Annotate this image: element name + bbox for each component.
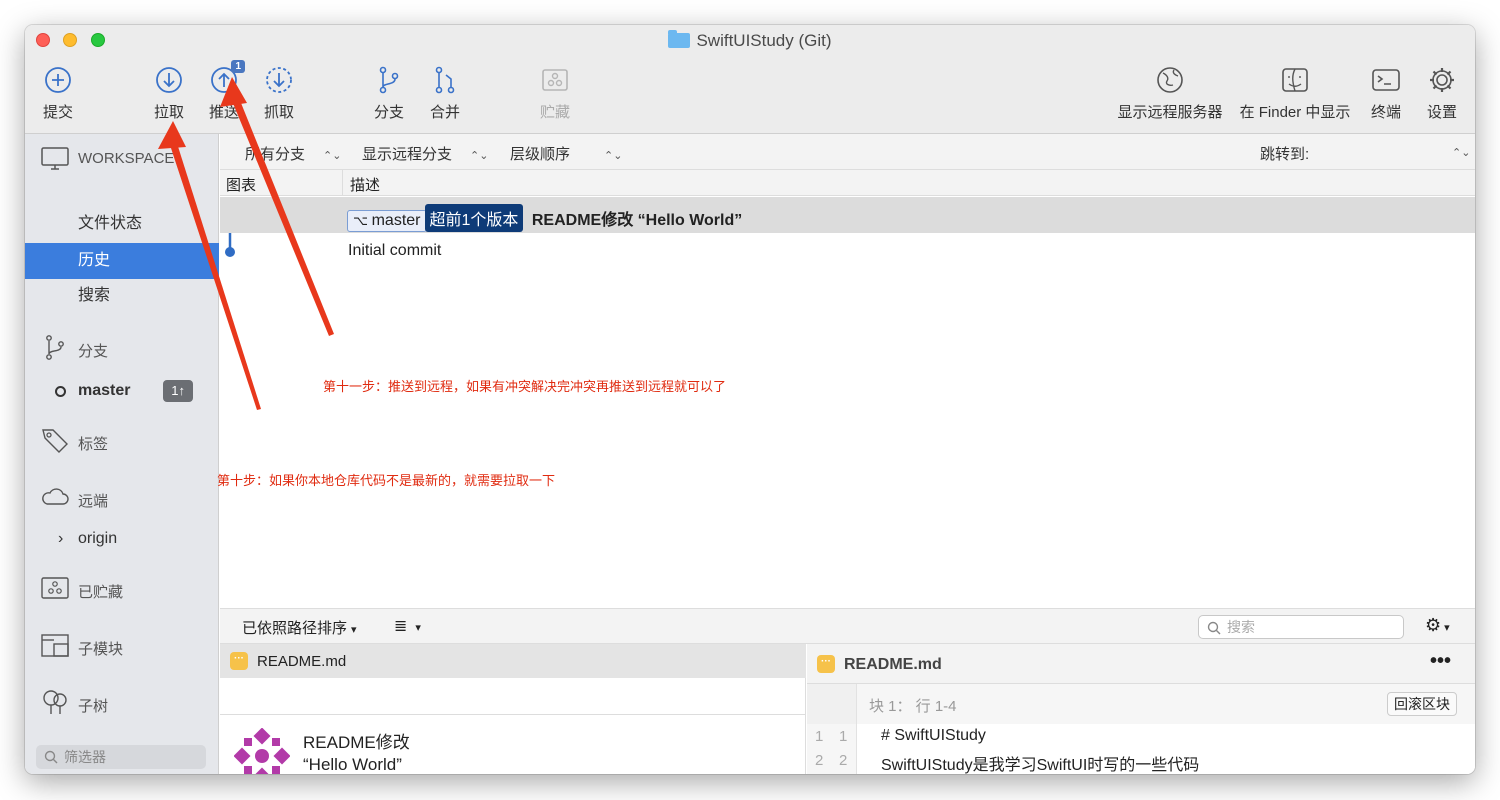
arrow-to-pull	[168, 137, 261, 410]
app-window: SwiftUIStudy (Git) 提交 拉取 1 推送 抓取 分支 合并 贮…	[25, 25, 1475, 774]
arrow-to-push	[230, 93, 334, 336]
annotation-arrows	[158, 77, 334, 410]
